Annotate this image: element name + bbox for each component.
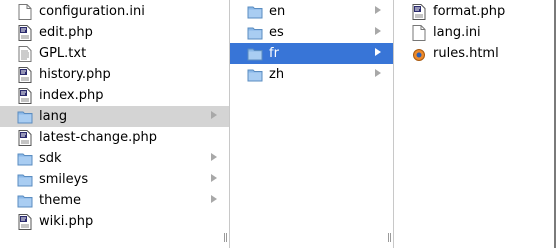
list-item[interactable]: sdk (0, 148, 229, 169)
list-item[interactable]: es (230, 22, 393, 43)
item-label: fr (269, 46, 279, 61)
list-item[interactable]: lang.ini (394, 22, 556, 43)
list-item[interactable]: history.php (0, 64, 229, 85)
blank-document-icon (411, 24, 427, 41)
php-file-icon (17, 24, 33, 41)
disclosure-arrow-icon (375, 48, 381, 56)
list-item[interactable]: wiki.php (0, 211, 229, 232)
folder-icon (17, 151, 33, 167)
list-item[interactable]: index.php (0, 85, 229, 106)
item-label: format.php (433, 4, 506, 19)
folder-icon (17, 109, 33, 125)
folder-icon (247, 67, 263, 83)
html-file-icon (411, 46, 427, 62)
item-label: edit.php (39, 25, 93, 40)
disclosure-arrow-icon (375, 27, 381, 35)
column-fr[interactable]: format.php lang.ini rules.html (394, 0, 556, 248)
item-label: GPL.txt (39, 46, 87, 61)
disclosure-arrow-icon (211, 153, 217, 161)
disclosure-arrow-icon (375, 69, 381, 77)
folder-icon (17, 172, 33, 188)
column-resize-handle[interactable] (388, 233, 391, 242)
item-label: smileys (39, 172, 89, 187)
folder-icon (17, 193, 33, 209)
item-label: lang (39, 109, 68, 124)
item-label: wiki.php (39, 214, 94, 229)
folder-icon (247, 46, 263, 62)
text-document-icon (17, 45, 33, 62)
list-item[interactable]: theme (0, 190, 229, 211)
list-item[interactable]: lang (0, 106, 229, 127)
item-label: zh (269, 67, 285, 82)
item-label: es (269, 25, 284, 40)
folder-icon (247, 25, 263, 41)
item-label: index.php (39, 88, 104, 103)
php-file-icon (17, 87, 33, 104)
php-file-icon (17, 129, 33, 146)
item-label: sdk (39, 151, 62, 166)
column-root[interactable]: configuration.ini edit.php GPL.txt history.… (0, 0, 230, 248)
php-file-icon (17, 66, 33, 83)
list-item[interactable]: configuration.ini (0, 1, 229, 22)
list-item[interactable]: zh (230, 64, 393, 85)
item-label: configuration.ini (39, 4, 145, 19)
list-item[interactable]: format.php (394, 1, 556, 22)
item-label: history.php (39, 67, 111, 82)
column-lang[interactable]: en es fr zh (230, 0, 394, 248)
list-item[interactable]: GPL.txt (0, 43, 229, 64)
list-item[interactable]: rules.html (394, 43, 556, 64)
item-label: en (269, 4, 286, 19)
list-item[interactable]: latest-change.php (0, 127, 229, 148)
disclosure-arrow-icon (211, 174, 217, 182)
disclosure-arrow-icon (211, 111, 217, 119)
list-item[interactable]: smileys (0, 169, 229, 190)
item-label: theme (39, 193, 81, 208)
disclosure-arrow-icon (375, 6, 381, 14)
list-item[interactable]: en (230, 1, 393, 22)
item-label: lang.ini (433, 25, 481, 40)
php-file-icon (411, 3, 427, 20)
list-item[interactable]: edit.php (0, 22, 229, 43)
php-file-icon (17, 213, 33, 230)
blank-document-icon (17, 3, 33, 20)
list-item[interactable]: fr (230, 43, 393, 64)
item-label: rules.html (433, 46, 499, 61)
folder-icon (247, 4, 263, 20)
column-browser: configuration.ini edit.php GPL.txt history.… (0, 0, 556, 248)
disclosure-arrow-icon (211, 195, 217, 203)
item-label: latest-change.php (39, 130, 157, 145)
column-resize-handle[interactable] (224, 233, 227, 242)
